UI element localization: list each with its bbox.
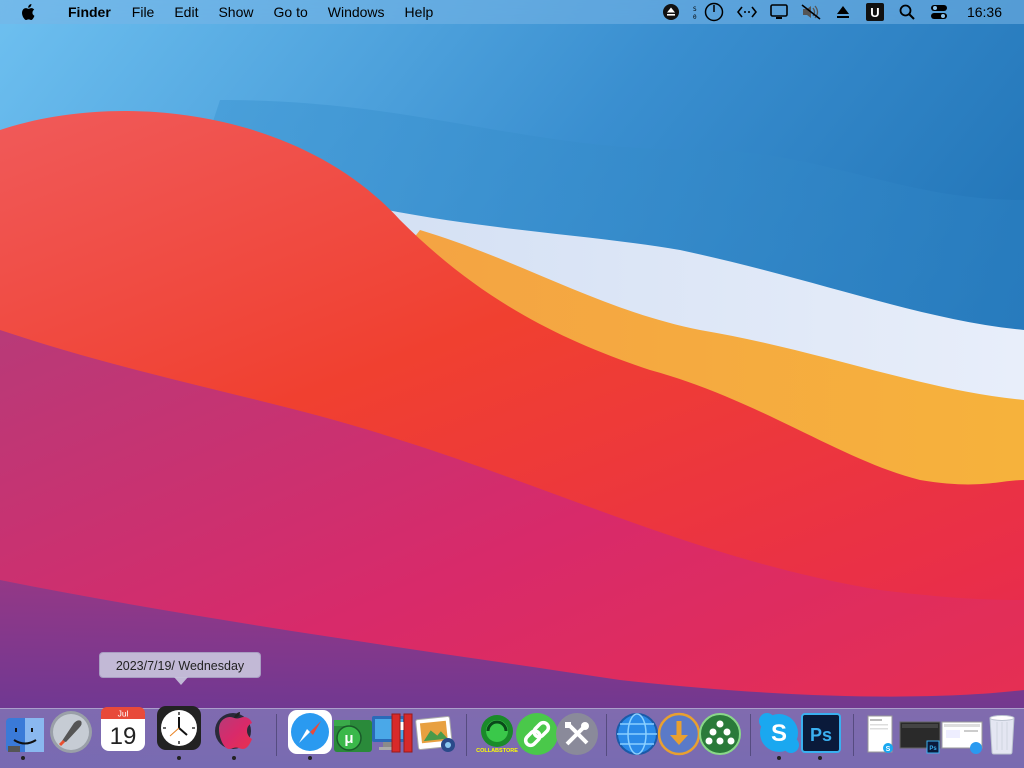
globe-icon[interactable] <box>614 711 660 757</box>
svg-text:S: S <box>693 6 697 13</box>
svg-text:S: S <box>771 720 787 747</box>
dock-separator <box>606 714 607 756</box>
svg-text:0: 0 <box>693 14 697 21</box>
calendar-icon[interactable]: Jul 19 <box>100 706 146 752</box>
preview-icon[interactable] <box>413 712 459 758</box>
photoshop-label: Ps <box>810 725 832 745</box>
menu-app-finder[interactable]: Finder <box>58 0 122 24</box>
apple-logo-icon[interactable] <box>0 3 58 21</box>
calendar-day: 19 <box>110 723 137 750</box>
timer-icon[interactable]: S0 <box>691 0 727 24</box>
mute-icon[interactable] <box>799 0 823 24</box>
menu-edit[interactable]: Edit <box>164 0 208 24</box>
control-center-icon[interactable] <box>927 0 951 24</box>
menu-show[interactable]: Show <box>208 0 263 24</box>
dock-separator <box>466 714 467 756</box>
svg-text:Ps: Ps <box>929 746 937 752</box>
dock-tooltip: 2023/7/19/ Wednesday <box>99 652 261 678</box>
window-thumbnail-2[interactable]: Ps <box>898 712 944 758</box>
macos-installer-running-indicator <box>232 756 236 760</box>
eject-icon[interactable] <box>659 0 683 24</box>
menu-go-to[interactable]: Go to <box>264 0 318 24</box>
tooltip-arrow <box>174 677 188 685</box>
svg-text:μ: μ <box>344 730 353 747</box>
calendar-month: Jul <box>118 709 129 719</box>
safari-running-indicator <box>308 756 312 760</box>
search-icon[interactable] <box>895 0 919 24</box>
code-icon[interactable] <box>735 0 759 24</box>
photoshop-icon[interactable]: Ps <box>798 710 844 756</box>
menubar-clock[interactable]: 16:36 <box>967 4 1002 20</box>
trash-icon[interactable] <box>983 710 1021 756</box>
safari-icon[interactable] <box>287 709 333 755</box>
menu-help[interactable]: Help <box>395 0 444 24</box>
collabstore-label: COLLABSTORE <box>476 748 518 754</box>
upload-icon[interactable] <box>831 0 855 24</box>
clock-running-indicator <box>177 756 181 760</box>
macos-installer-icon[interactable] <box>210 705 256 751</box>
utilities-icon[interactable] <box>554 711 600 757</box>
svg-text:U: U <box>870 5 879 20</box>
dock-separator <box>853 714 854 756</box>
display-icon[interactable] <box>767 0 791 24</box>
skype-icon[interactable]: S <box>756 710 802 756</box>
menu-bar: Finder File Edit Show Go to Windows Help… <box>0 0 1024 24</box>
clock-icon[interactable] <box>156 705 202 751</box>
finder-running-indicator <box>21 756 25 760</box>
svg-text:S: S <box>886 746 891 753</box>
u-app-icon[interactable]: U <box>863 0 887 24</box>
download-icon[interactable] <box>656 711 702 757</box>
menu-file[interactable]: File <box>122 0 165 24</box>
launchpad-icon[interactable] <box>48 709 94 755</box>
cluster-icon[interactable] <box>697 711 743 757</box>
window-thumbnail-1[interactable]: S <box>864 712 894 758</box>
dock-separator <box>276 714 277 756</box>
finder-icon[interactable] <box>2 712 48 758</box>
dock-separator <box>750 714 751 756</box>
menu-windows[interactable]: Windows <box>318 0 395 24</box>
window-thumbnail-3[interactable] <box>940 712 986 758</box>
skype-running-indicator <box>777 756 781 760</box>
photoshop-running-indicator <box>818 756 822 760</box>
